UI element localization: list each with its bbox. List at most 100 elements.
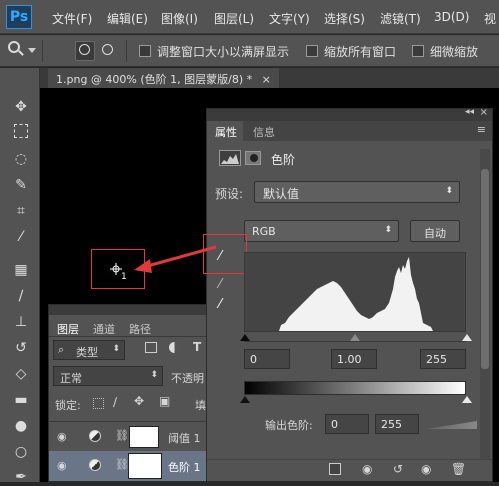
input-white-slider[interactable] [462,334,472,341]
blend-chevron-icon: ⬍ [150,370,158,380]
scrubby-zoom-checkbox[interactable] [412,45,424,57]
adjustment-layer-filter-icon[interactable] [169,342,180,353]
lock-pixels-icon[interactable]: ∕ [113,395,117,409]
marquee-tool-icon[interactable] [14,124,28,138]
lock-transparency-icon[interactable] [93,398,104,409]
lock-all-icon[interactable]: ▣ [159,394,170,408]
menu-filter[interactable]: 滤镜(T) [380,10,421,27]
toggle-visibility-icon[interactable]: ◉ [421,462,431,476]
view-previous-state-icon[interactable]: ◉ [362,462,372,476]
dodge-tool-icon[interactable]: ○ [12,443,30,461]
resize-windows-checkbox[interactable] [139,45,151,57]
lock-position-icon[interactable]: ✥ [134,394,144,408]
zoom-tool-handle-icon [18,50,24,56]
layer-row-selected[interactable]: ◉ ⛓ 色阶 1 [49,451,207,481]
layer-row[interactable]: ◉ ⛓ 阈值 1 [49,421,207,451]
output-black-slider[interactable] [240,396,250,403]
output-curve-preview [427,421,477,429]
layer-name[interactable]: 色阶 1 [168,459,201,475]
mask-link-icon[interactable]: ⛓ [115,458,129,471]
brush-tool-icon[interactable]: ∕ [12,287,30,305]
menu-image[interactable]: 图像(I) [161,10,198,27]
svg-text:1: 1 [121,272,127,282]
zoom-in-button[interactable] [75,41,95,61]
input-white-field[interactable]: 255 [420,349,466,369]
menu-view[interactable]: 视 [484,10,496,27]
levels-adjustment-icon [89,459,101,471]
panel-menu-icon[interactable]: ≡ [477,123,486,136]
input-gamma-slider[interactable] [350,334,360,341]
reset-icon[interactable]: ↺ [393,462,403,476]
output-white-slider[interactable] [462,396,472,403]
pen-tool-icon[interactable]: ✒ [12,468,30,486]
input-gamma-field[interactable]: 1.00 [331,349,377,369]
layer-mask-thumbnail[interactable] [129,426,159,448]
layers-panel-header [49,305,207,315]
collapse-panel-icon[interactable]: ◂◂ [465,107,474,117]
menu-edit[interactable]: 编辑(E) [107,10,148,27]
eraser-tool-icon[interactable]: ◇ [12,365,30,383]
properties-scrollbar[interactable] [480,149,490,459]
output-black-field[interactable]: 0 [325,414,369,434]
zoom-all-checkbox[interactable] [306,45,318,57]
layers-panel: 图层 通道 路径 ⌕ 类型 ⬍ T 正常 ⬍ 不透明 锁定: ∕ ✥ ▣ 填 ◉… [48,304,208,482]
mask-icon[interactable] [245,151,261,165]
preset-dropdown[interactable]: 默认值 ⬍ [254,181,460,203]
menu-select[interactable]: 选择(S) [324,10,365,27]
menu-type[interactable]: 文字(Y) [269,10,310,27]
lasso-tool-icon[interactable]: ◌ [12,150,30,168]
gradient-tool-icon[interactable]: ▬ [12,391,30,409]
photoshop-logo: Ps [6,5,32,29]
zoom-all-label: 缩放所有窗口 [324,45,397,59]
preset-chevron-icon: ⬍ [445,186,453,196]
layers-tab-bar: 图层 通道 路径 [49,319,207,337]
scrollbar-thumb[interactable] [481,169,489,369]
layer-mask-thumbnail[interactable] [128,453,162,479]
mask-link-icon[interactable]: ⛓ [115,429,129,442]
input-black-field[interactable]: 0 [244,349,290,369]
channel-dropdown[interactable]: RGB ⬍ [244,220,399,242]
menu-3d[interactable]: 3D(D) [434,10,469,24]
tab-info[interactable]: 信息 [253,124,275,140]
tab-layers[interactable]: 图层 [57,321,79,337]
layer-filter-dropdown[interactable]: ⌕ 类型 ⬍ [53,340,125,360]
eyedropper-tool-icon[interactable]: ⁄ [12,228,30,246]
document-tab[interactable]: 1.png @ 400% (色阶 1, 图层蒙版/8) * × [48,68,279,88]
visibility-eye-icon[interactable]: ◉ [57,459,67,472]
annotation-arrow [134,245,217,273]
layer-name[interactable]: 阈值 1 [168,430,201,446]
blur-tool-icon[interactable]: ● [12,417,30,435]
menu-layer[interactable]: 图层(L) [214,10,254,27]
delete-adjustment-icon[interactable]: 🗑 [451,462,466,476]
menu-file[interactable]: 文件(F) [52,10,92,27]
tab-channels[interactable]: 通道 [93,321,115,337]
slider-track [244,341,466,342]
menu-bar: Ps 文件(F) 编辑(E) 图像(I) 图层(L) 文字(Y) 选择(S) 滤… [0,0,499,34]
lock-label: 锁定: [55,399,81,412]
pixel-layer-filter-icon[interactable] [145,342,157,353]
quick-selection-tool-icon[interactable]: ✎ [12,176,30,194]
filter-search-icon: ⌕ [58,343,65,356]
healing-brush-tool-icon[interactable]: ▦ [12,261,30,279]
type-layer-filter-icon[interactable]: T [193,340,201,354]
clone-stamp-tool-icon[interactable]: ⊥ [12,313,30,331]
clip-to-layer-icon[interactable] [329,463,341,475]
preset-value: 默认值 [263,187,300,201]
tool-preset-chevron-icon[interactable] [28,48,36,53]
tab-paths[interactable]: 路径 [129,321,151,337]
auto-button[interactable]: 自动 [410,220,460,242]
white-point-eyedropper-icon[interactable]: ⁄ [219,297,221,312]
history-brush-tool-icon[interactable]: ↺ [12,339,30,357]
divider [42,40,43,62]
zoom-out-button[interactable] [98,41,118,61]
filter-chevron-icon: ⬍ [112,344,120,354]
visibility-eye-icon[interactable]: ◉ [57,430,67,443]
output-white-field[interactable]: 255 [375,414,419,434]
crop-tool-icon[interactable]: ⌗ [12,202,30,220]
tab-properties[interactable]: 属性 [215,124,237,140]
document-close-icon[interactable]: × [262,73,271,86]
close-panel-icon[interactable]: × [480,107,488,118]
blend-mode-dropdown[interactable]: 正常 ⬍ [53,366,163,386]
move-tool-icon[interactable]: ✥ [12,98,30,116]
input-black-slider[interactable] [240,334,250,341]
